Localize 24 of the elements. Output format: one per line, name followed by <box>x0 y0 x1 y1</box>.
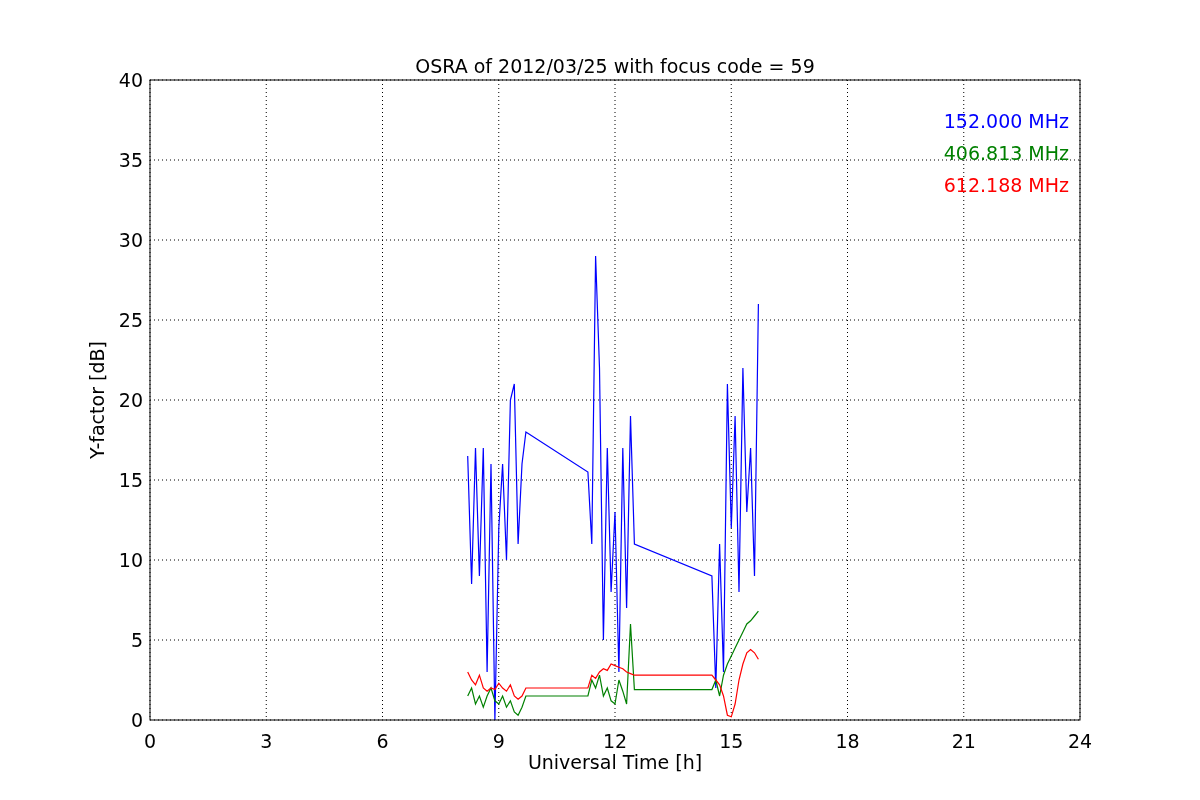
y-tick-label: 25 <box>118 309 143 331</box>
y-tick-label: 0 <box>130 709 143 731</box>
x-tick-label: 0 <box>143 730 157 752</box>
y-tick-label: 35 <box>118 149 143 171</box>
chart-title: OSRA of 2012/03/25 with focus code = 59 <box>415 55 815 77</box>
x-tick-label: 3 <box>260 730 273 752</box>
x-tick-label: 18 <box>835 730 860 752</box>
y-tick-label: 40 <box>118 69 143 91</box>
y-axis-title: Y-factor [dB] <box>86 341 108 459</box>
x-tick-label: 12 <box>602 730 628 752</box>
legend-label: 406.813 MHz <box>943 142 1069 164</box>
x-tick-label: 6 <box>376 730 389 752</box>
legend-label: 612.188 MHz <box>943 174 1069 196</box>
y-tick-label: 10 <box>118 549 143 571</box>
legend-label: 152.000 MHz <box>943 110 1069 132</box>
x-tick-label: 15 <box>719 730 744 752</box>
y-tick-label: 15 <box>118 469 143 491</box>
x-tick-label: 9 <box>492 730 505 752</box>
x-tick-label: 24 <box>1067 730 1093 752</box>
y-tick-label: 5 <box>130 629 143 651</box>
x-tick-label: 21 <box>951 730 976 752</box>
y-tick-label: 30 <box>118 229 143 251</box>
x-axis-title: Universal Time [h] <box>527 751 703 773</box>
y-tick-label: 20 <box>118 389 143 411</box>
